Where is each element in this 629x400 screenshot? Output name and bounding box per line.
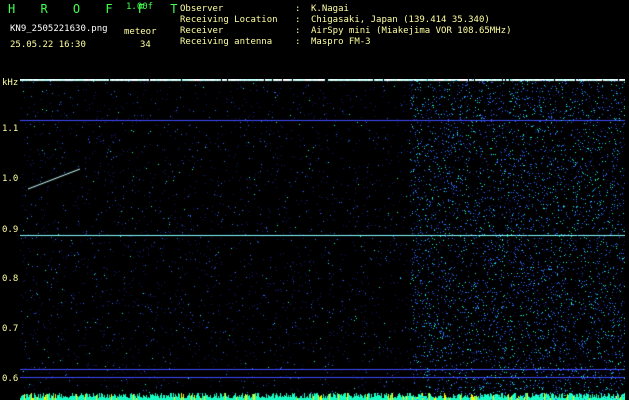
metadata-value: K.Nagai [311, 4, 349, 14]
count-label: 34 [140, 40, 151, 50]
metadata-label: Receiver [180, 26, 224, 36]
metadata-value: AirSpy mini (Miakejima VOR 108.65MHz) [311, 26, 512, 36]
y-axis-label-1-0: 1.0 [2, 174, 19, 184]
metadata-row-observer: Observer : K.Nagai [180, 4, 620, 15]
metadata-separator: : [295, 37, 301, 47]
metadata-label: Receiving Location [180, 15, 278, 25]
metadata-value: Chigasaki, Japan (139.414 35.340) [311, 15, 490, 25]
metadata-row-receiver: Receiver : AirSpy mini (Miakejima VOR 10… [180, 26, 620, 37]
metadata-row-location: Receiving Location : Chigasaki, Japan (1… [180, 15, 620, 26]
y-axis-label-0-7: 0.7 [2, 324, 19, 334]
app-brand: H R O F F T [8, 2, 187, 16]
y-axis-label-1-1: 1.1 [2, 124, 19, 134]
y-axis-unit: kHz [2, 78, 19, 88]
y-axis-label-0-8: 0.8 [2, 274, 19, 284]
mode-label: meteor [124, 27, 157, 37]
metadata-panel: Observer : K.Nagai Receiving Location : … [180, 4, 620, 48]
metadata-separator: : [295, 26, 301, 36]
metadata-value: Maspro FM-3 [311, 37, 371, 47]
metadata-row-antenna: Receiving antenna : Maspro FM-3 [180, 37, 620, 48]
y-axis-label-0-9: 0.9 [2, 225, 19, 235]
datetime-label: 25.05.22 16:30 [10, 40, 86, 50]
header: H R O F F T 1.00f KN9_2505221630.png met… [0, 0, 629, 78]
metadata-label: Observer [180, 4, 224, 14]
metadata-separator: : [295, 15, 301, 25]
metadata-separator: : [295, 4, 301, 14]
waterfall-canvas [20, 79, 625, 400]
file-name: KN9_2505221630.png [10, 24, 108, 34]
metadata-label: Receiving antenna [180, 37, 273, 47]
version-label: 1.00f [126, 2, 154, 12]
y-axis-label-0-6: 0.6 [2, 374, 19, 384]
